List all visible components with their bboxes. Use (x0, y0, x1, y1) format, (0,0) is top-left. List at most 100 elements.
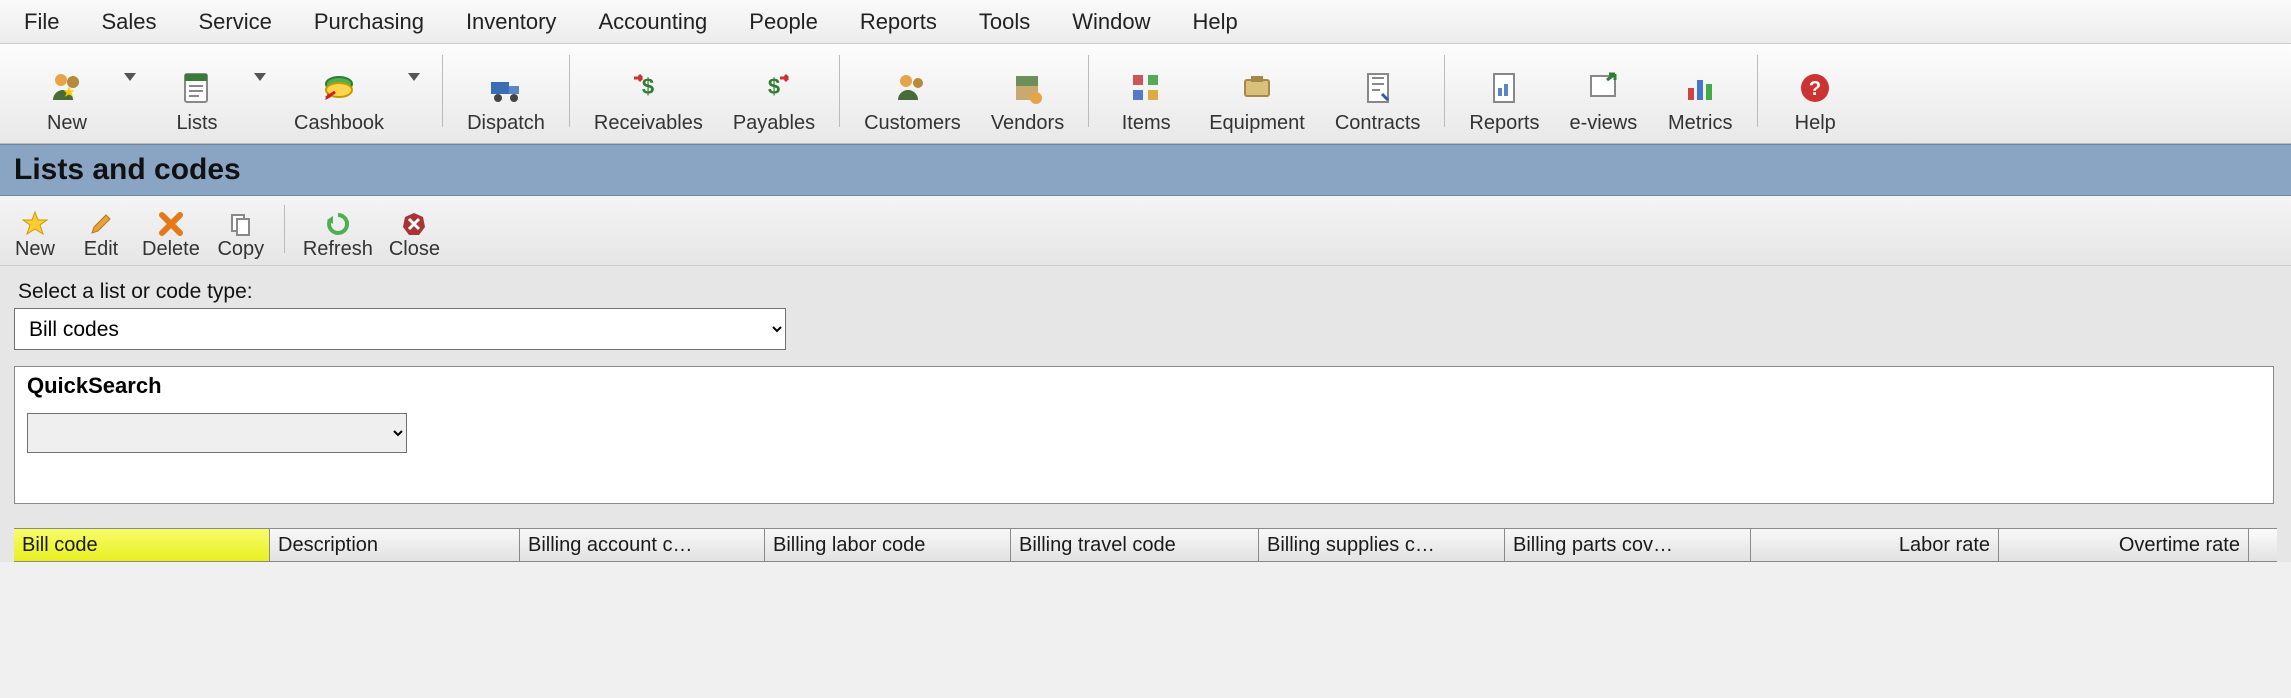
menu-inventory[interactable]: Inventory (458, 5, 565, 39)
action-refresh-label: Refresh (303, 238, 373, 261)
action-copy-button[interactable]: Copy (212, 199, 270, 261)
quicksearch-title: QuickSearch (27, 373, 2261, 399)
page-title: Lists and codes (0, 144, 2291, 196)
dispatch-button[interactable]: Dispatch (461, 51, 551, 137)
menu-sales[interactable]: Sales (93, 5, 164, 39)
menubar: File Sales Service Purchasing Inventory … (0, 0, 2291, 44)
menu-file[interactable]: File (16, 5, 67, 39)
equipment-label: Equipment (1209, 112, 1305, 135)
action-new-label: New (15, 238, 55, 261)
action-toolbar: New Edit Delete Copy Refresh Close (0, 196, 2291, 266)
eviews-button[interactable]: e-views (1563, 51, 1643, 137)
eviews-label: e-views (1569, 112, 1637, 135)
items-button[interactable]: Items (1107, 51, 1185, 137)
action-separator (284, 205, 285, 253)
people-icon (892, 68, 932, 108)
svg-text:$: $ (642, 74, 654, 99)
grid-column-header[interactable]: Billing parts cov… (1505, 529, 1751, 561)
grid-column-header[interactable]: Labor rate (1751, 529, 1999, 561)
receivables-button[interactable]: $ Receivables (588, 51, 709, 137)
equipment-icon (1237, 68, 1277, 108)
action-delete-button[interactable]: Delete (138, 199, 204, 261)
equipment-button[interactable]: Equipment (1203, 51, 1311, 137)
menu-window[interactable]: Window (1064, 5, 1158, 39)
copy-icon (227, 210, 255, 238)
pencil-icon (87, 210, 115, 238)
eviews-icon (1583, 68, 1623, 108)
toolbar-separator (1757, 55, 1758, 127)
document-icon (177, 68, 217, 108)
cashbook-button[interactable]: Cashbook (288, 51, 390, 137)
menu-service[interactable]: Service (191, 5, 280, 39)
menu-reports[interactable]: Reports (852, 5, 945, 39)
action-close-label: Close (389, 238, 440, 261)
help-icon: ? (1795, 68, 1835, 108)
menu-accounting[interactable]: Accounting (590, 5, 715, 39)
menu-help[interactable]: Help (1184, 5, 1245, 39)
money-icon (319, 68, 359, 108)
star-icon (21, 210, 49, 238)
cashbook-label: Cashbook (294, 112, 384, 135)
grid-column-header[interactable]: Description (270, 529, 520, 561)
items-label: Items (1122, 112, 1171, 135)
grid-icon (1126, 68, 1166, 108)
menu-purchasing[interactable]: Purchasing (306, 5, 432, 39)
payables-button[interactable]: $ Payables (727, 51, 821, 137)
action-close-button[interactable]: Close (385, 199, 444, 261)
svg-text:?: ? (1809, 78, 1821, 100)
payables-label: Payables (733, 112, 815, 135)
grid-column-header[interactable]: Billing supplies c… (1259, 529, 1505, 561)
vendor-icon (1008, 68, 1048, 108)
toolbar-separator (569, 55, 570, 127)
quicksearch-panel: QuickSearch (14, 366, 2274, 504)
dollar-out-icon: $ (754, 68, 794, 108)
menu-tools[interactable]: Tools (971, 5, 1038, 39)
action-edit-button[interactable]: Edit (72, 199, 130, 261)
toolbar-separator (839, 55, 840, 127)
toolbar-separator (1088, 55, 1089, 127)
contract-icon (1358, 68, 1398, 108)
list-type-select[interactable]: Bill codes (14, 308, 786, 350)
vendors-button[interactable]: Vendors (985, 51, 1070, 137)
people-star-icon (47, 68, 87, 108)
main-toolbar: New Lists Cashbook Dispatch (0, 44, 2291, 144)
new-label: New (47, 112, 87, 135)
grid-column-header[interactable]: Bill code (14, 529, 270, 561)
grid-column-header[interactable]: Overtime rate (1999, 529, 2249, 561)
new-button[interactable]: New (28, 51, 106, 137)
lists-button[interactable]: Lists (158, 51, 236, 137)
truck-icon (486, 68, 526, 108)
svg-text:$: $ (768, 74, 780, 99)
refresh-icon (324, 210, 352, 238)
select-list-label: Select a list or code type: (18, 280, 2277, 304)
new-dropdown-arrow[interactable] (124, 73, 136, 81)
menu-people[interactable]: People (741, 5, 826, 39)
chart-icon (1680, 68, 1720, 108)
contracts-label: Contracts (1335, 112, 1421, 135)
action-edit-label: Edit (84, 238, 118, 261)
grid-column-header[interactable]: Billing account c… (520, 529, 765, 561)
reports-button[interactable]: Reports (1463, 51, 1545, 137)
receivables-label: Receivables (594, 112, 703, 135)
grid-header: Bill codeDescriptionBilling account c…Bi… (14, 528, 2277, 562)
cashbook-dropdown-arrow[interactable] (408, 73, 420, 81)
lists-dropdown-arrow[interactable] (254, 73, 266, 81)
grid-column-header[interactable]: Billing labor code (765, 529, 1011, 561)
action-new-button[interactable]: New (6, 199, 64, 261)
report-icon (1484, 68, 1524, 108)
action-refresh-button[interactable]: Refresh (299, 199, 377, 261)
reports-label: Reports (1469, 112, 1539, 135)
metrics-button[interactable]: Metrics (1661, 51, 1739, 137)
grid-column-header[interactable]: Billing travel code (1011, 529, 1259, 561)
customers-button[interactable]: Customers (858, 51, 967, 137)
customers-label: Customers (864, 112, 961, 135)
toolbar-separator (442, 55, 443, 127)
lists-label: Lists (176, 112, 217, 135)
dispatch-label: Dispatch (467, 112, 545, 135)
quicksearch-combo[interactable] (27, 413, 407, 453)
delete-x-icon (157, 210, 185, 238)
metrics-label: Metrics (1668, 112, 1732, 135)
contracts-button[interactable]: Contracts (1329, 51, 1427, 137)
help-button[interactable]: ? Help (1776, 51, 1854, 137)
action-delete-label: Delete (142, 238, 200, 261)
